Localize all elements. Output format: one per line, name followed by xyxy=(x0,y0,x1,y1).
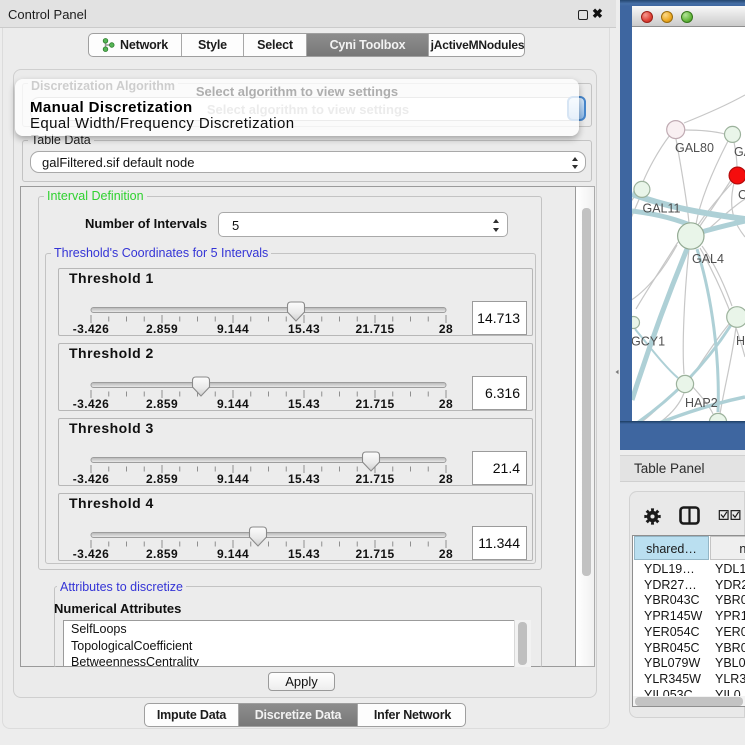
svg-text:HAP2: HAP2 xyxy=(685,396,718,410)
svg-text:GAL80: GAL80 xyxy=(675,141,714,155)
svg-text:GCY1: GCY1 xyxy=(632,335,665,349)
svg-text:C: C xyxy=(738,188,745,202)
svg-text:GAL4: GAL4 xyxy=(692,252,724,266)
svg-text:H: H xyxy=(736,334,745,348)
svg-text:GAL11: GAL11 xyxy=(643,202,681,216)
svg-text:GA: GA xyxy=(734,145,745,159)
